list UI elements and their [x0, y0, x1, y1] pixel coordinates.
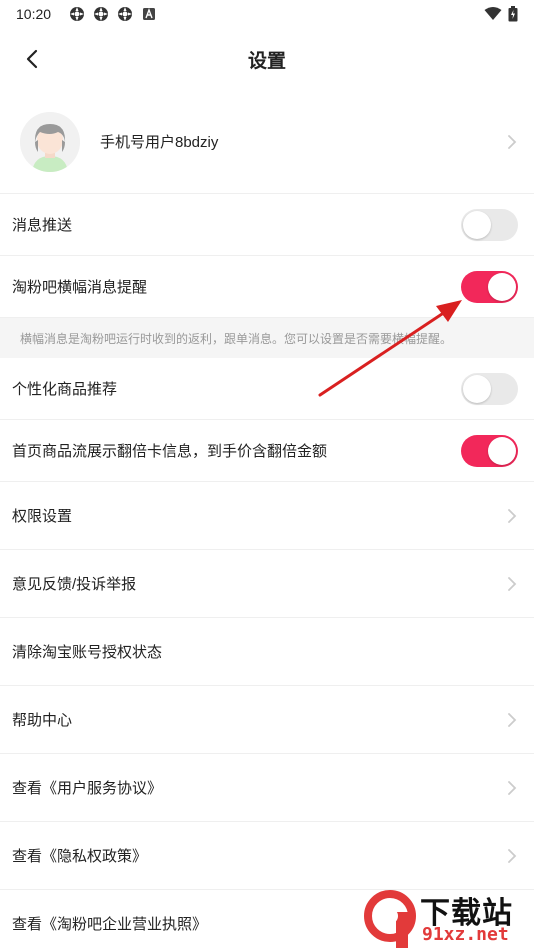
setting-banner-reminder: 淘粉吧横幅消息提醒 [0, 256, 534, 318]
app-icon [70, 7, 85, 21]
toggle-knob [463, 374, 491, 403]
setting-clear-taobao-auth[interactable]: 清除淘宝账号授权状态 [0, 618, 534, 686]
setting-push-notifications: 消息推送 [0, 194, 534, 256]
toggle-knob [463, 210, 491, 239]
watermark-logo-icon [364, 890, 416, 948]
setting-label: 查看《隐私权政策》 [12, 848, 148, 865]
chevron-right-icon [508, 848, 517, 863]
setting-label: 首页商品流展示翻倍卡信息，到手价含翻倍金额 [12, 443, 328, 460]
banner-reminder-note: 横幅消息是淘粉吧运行时收到的返利，跟单消息。您可以设置是否需要横幅提醒。 [0, 318, 534, 358]
status-right [484, 6, 518, 22]
nav-bar: 设置 [0, 28, 534, 90]
setting-label: 消息推送 [12, 217, 73, 234]
chevron-right-icon [508, 508, 517, 523]
setting-label: 清除淘宝账号授权状态 [12, 644, 163, 661]
profile-name: 手机号用户8bdziy [100, 134, 219, 151]
app-icon [118, 7, 133, 21]
setting-label: 帮助中心 [12, 712, 73, 729]
chevron-left-icon[interactable] [22, 48, 44, 70]
toggle-knob [488, 436, 516, 465]
setting-help-center[interactable]: 帮助中心 [0, 686, 534, 754]
setting-label: 意见反馈/投诉举报 [12, 576, 137, 593]
personalized-recommendations-toggle[interactable] [461, 372, 518, 405]
banner-reminder-toggle[interactable] [461, 270, 518, 303]
chevron-right-icon [508, 712, 517, 727]
setting-label: 个性化商品推荐 [12, 381, 118, 398]
page-title: 设置 [247, 50, 286, 72]
chevron-right-icon [508, 576, 517, 591]
setting-permissions[interactable]: 权限设置 [0, 482, 534, 550]
setting-double-card-info: 首页商品流展示翻倍卡信息，到手价含翻倍金额 [0, 420, 534, 482]
setting-personalized-recommendations: 个性化商品推荐 [0, 358, 534, 420]
a-notification-icon [143, 8, 156, 20]
setting-label: 淘粉吧横幅消息提醒 [12, 279, 148, 296]
status-bar: 10:20 [0, 0, 534, 28]
setting-privacy-policy[interactable]: 查看《隐私权政策》 [0, 822, 534, 890]
setting-feedback[interactable]: 意见反馈/投诉举报 [0, 550, 534, 618]
chevron-right-icon [508, 780, 517, 795]
status-time: 10:20 [16, 6, 52, 22]
watermark: 下载站 91xz.net [360, 888, 530, 950]
avatar [20, 111, 80, 172]
battery-icon [508, 6, 518, 22]
status-left: 10:20 [16, 6, 157, 22]
push-notifications-toggle[interactable] [461, 208, 518, 241]
setting-user-agreement[interactable]: 查看《用户服务协议》 [0, 754, 534, 822]
setting-label: 查看《用户服务协议》 [12, 780, 163, 797]
avatar-placeholder-icon [20, 111, 80, 172]
wifi-icon [484, 7, 502, 20]
watermark-url: 91xz.net [422, 924, 509, 945]
chevron-right-icon [508, 134, 517, 149]
double-card-info-toggle[interactable] [461, 434, 518, 467]
profile-row[interactable]: 手机号用户8bdziy [0, 90, 534, 194]
app-icon [94, 7, 109, 21]
setting-label: 权限设置 [12, 508, 73, 525]
toggle-knob [488, 272, 516, 301]
